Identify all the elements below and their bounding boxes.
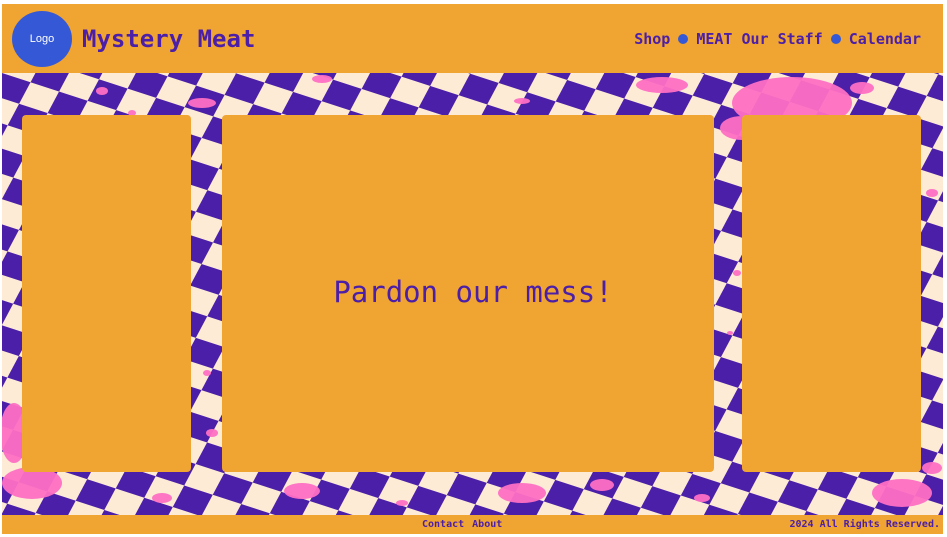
logo-text: Logo: [29, 33, 55, 45]
center-panel: Pardon our mess!: [222, 115, 714, 472]
right-panel: [742, 115, 921, 472]
nav-link-shop[interactable]: Shop: [634, 30, 670, 48]
nav-dot-icon: [678, 34, 689, 44]
site-header: Logo Mystery Meat Shop MEAT Our Staff Ca…: [2, 4, 943, 73]
nav-link-calendar[interactable]: Calendar: [849, 30, 921, 48]
nav-link-meat-our-staff[interactable]: MEAT Our Staff: [696, 30, 822, 48]
pardon-message: Pardon our mess!: [333, 274, 613, 309]
main-nav: Shop MEAT Our Staff Calendar: [634, 30, 921, 48]
footer-link-contact[interactable]: Contact: [422, 519, 464, 530]
copyright-text: 2024 All Rights Reserved.: [789, 519, 940, 530]
site-footer: Contact About 2024 All Rights Reserved.: [2, 515, 943, 534]
footer-links: Contact About: [422, 519, 502, 530]
nav-dot-icon: [830, 34, 841, 44]
left-panel: [22, 115, 191, 472]
logo[interactable]: Logo: [12, 11, 72, 67]
site-title[interactable]: Mystery Meat: [82, 25, 255, 53]
footer-link-about[interactable]: About: [472, 519, 502, 530]
